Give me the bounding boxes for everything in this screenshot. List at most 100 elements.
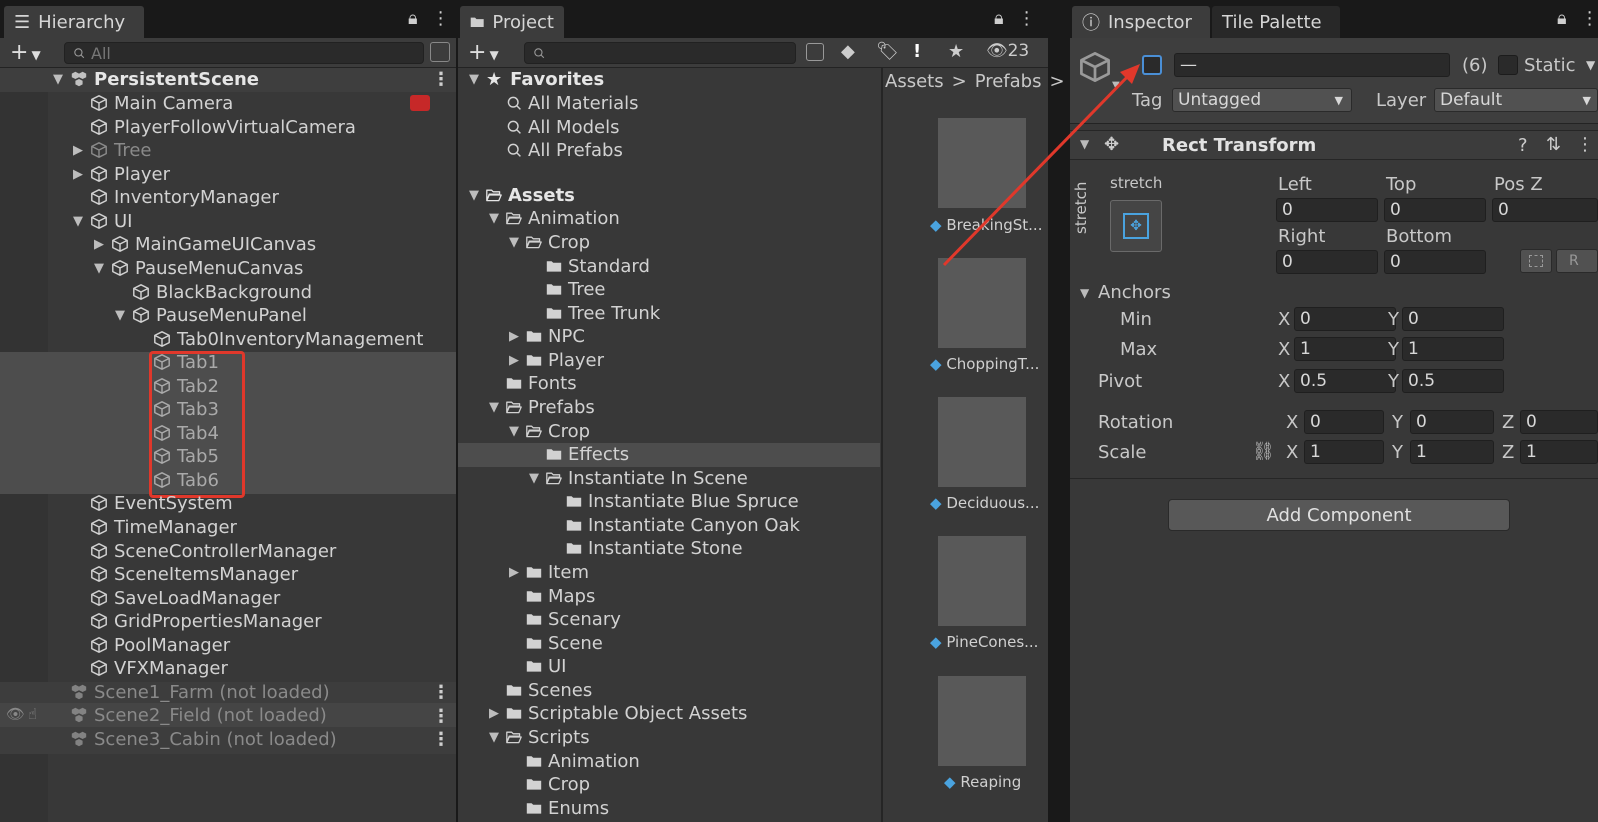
top-field[interactable]: 0 <box>1384 198 1486 222</box>
expand-arrow-icon[interactable]: ▼ <box>486 400 502 415</box>
hierarchy-item[interactable]: Tab0InventoryManagement <box>153 327 423 351</box>
favorite-star-icon[interactable]: ★ <box>948 41 964 62</box>
asset-thumbnail[interactable] <box>938 536 1026 626</box>
folder-item[interactable]: Enums <box>526 796 609 820</box>
anchor-min-y[interactable]: 0 <box>1402 307 1504 331</box>
folder-item[interactable]: ▼ Crop <box>506 419 590 443</box>
folder-item[interactable]: Instantiate Canyon Oak <box>566 513 800 537</box>
rotation-z[interactable]: 0 <box>1520 410 1598 434</box>
active-checkbox[interactable] <box>1142 55 1162 75</box>
expand-arrow-icon[interactable]: ▼ <box>486 211 502 226</box>
hierarchy-item[interactable]: ▼ PauseMenuPanel <box>112 303 307 327</box>
unloaded-scene-row[interactable]: Scene1_Farm (not loaded) <box>70 680 330 704</box>
presets-icon[interactable]: ⇅ <box>1546 134 1561 155</box>
kebab-menu-icon[interactable]: ⋮ <box>1018 8 1036 29</box>
label-tag-icon[interactable]: 🏷︎ <box>876 41 899 62</box>
hierarchy-item[interactable]: TimeManager <box>90 515 237 539</box>
pivot-y[interactable]: 0.5 <box>1402 369 1504 393</box>
expand-arrow-icon[interactable]: ▼ <box>466 72 482 87</box>
folder-item-selected[interactable]: Effects <box>546 442 629 466</box>
anchor-max-y[interactable]: 1 <box>1402 337 1504 361</box>
kebab-menu-icon[interactable]: ⋮ <box>1581 8 1598 29</box>
hierarchy-item[interactable]: ▶ MainGameUICanvas <box>91 232 316 256</box>
static-checkbox[interactable] <box>1498 55 1518 75</box>
unloaded-scene-row[interactable]: Scene3_Cabin (not loaded) <box>70 727 337 751</box>
shapes-filter-icon[interactable]: ◆ <box>841 41 855 62</box>
foldout-arrow-icon[interactable]: ▼ <box>1080 137 1089 151</box>
pivot-x[interactable]: 0.5 <box>1294 369 1396 393</box>
static-dropdown-chevron-icon[interactable]: ▼ <box>1586 58 1595 72</box>
folder-item[interactable]: Crop <box>526 772 590 796</box>
favorite-item[interactable]: All Materials <box>506 91 639 115</box>
expand-arrow-icon[interactable]: ▶ <box>91 237 107 252</box>
tab-project[interactable]: Project <box>460 6 564 38</box>
asset-thumbnail[interactable] <box>938 258 1026 348</box>
rotation-y[interactable]: 0 <box>1410 410 1494 434</box>
scale-z[interactable]: 1 <box>1520 440 1598 464</box>
left-field[interactable]: 0 <box>1276 198 1378 222</box>
icon-dropdown-chevron-icon[interactable]: ▼ <box>1112 80 1120 91</box>
anchor-max-x[interactable]: 1 <box>1294 337 1396 361</box>
pickable-hand-icon[interactable]: ☝︎ <box>28 705 37 723</box>
anchor-preset-button[interactable]: ✥ <box>1110 200 1162 252</box>
folder-item[interactable]: Tree <box>546 277 606 301</box>
visibility-eye-icon[interactable]: 👁︎ <box>6 705 25 723</box>
asset-thumbnail[interactable] <box>938 397 1026 487</box>
rotation-x[interactable]: 0 <box>1304 410 1384 434</box>
kebab-menu-icon[interactable]: ⋮ <box>432 8 450 29</box>
scene-kebab-icon[interactable]: ⋮ <box>432 682 450 703</box>
filter-icon[interactable] <box>430 42 450 62</box>
folder-item[interactable]: ▶ Item <box>506 560 589 584</box>
hierarchy-item[interactable]: GridPropertiesManager <box>90 609 322 633</box>
hierarchy-item[interactable]: Main Camera <box>90 91 233 115</box>
hierarchy-item[interactable]: InventoryManager <box>90 185 279 209</box>
asset-label[interactable]: ◆ PineCones... <box>930 633 1038 651</box>
scene-kebab-icon[interactable]: ⋮ <box>432 69 450 90</box>
folder-item[interactable]: ▼ Crop <box>506 230 590 254</box>
unloaded-scene-row[interactable]: Scene2_Field (not loaded) <box>70 703 327 727</box>
hidden-packages-toggle[interactable]: 👁︎23 <box>986 41 1029 61</box>
expand-arrow-icon[interactable]: ▼ <box>112 308 128 323</box>
expand-arrow-icon[interactable]: ▶ <box>70 167 86 182</box>
folder-item[interactable]: ▶ NPC <box>506 324 585 348</box>
expand-arrow-icon[interactable]: ▶ <box>506 353 522 368</box>
right-field[interactable]: 0 <box>1276 250 1378 274</box>
expand-arrow-icon[interactable]: ▼ <box>466 188 482 203</box>
help-icon[interactable]: ? <box>1518 135 1528 156</box>
favorite-item[interactable]: All Models <box>506 115 619 139</box>
folder-item[interactable]: Instantiate Blue Spruce <box>566 489 799 513</box>
kebab-menu-icon[interactable]: ⋮ <box>1576 134 1594 155</box>
asset-thumbnail[interactable] <box>938 676 1026 766</box>
folder-item[interactable]: UI <box>526 654 566 678</box>
folder-item[interactable]: ▼ Animation <box>486 206 620 230</box>
tag-dropdown[interactable]: Untagged ▼ <box>1172 88 1352 112</box>
expand-arrow-icon[interactable]: ▼ <box>526 471 542 486</box>
hierarchy-item[interactable]: ▶ Player <box>70 162 170 186</box>
folder-item[interactable]: ▶ Scriptable Object Assets <box>486 701 747 725</box>
expand-arrow-icon[interactable]: ▼ <box>506 424 522 439</box>
hierarchy-item[interactable]: ▶ Tree <box>70 138 152 162</box>
folder-item[interactable]: Standard <box>546 254 650 278</box>
scale-y[interactable]: 1 <box>1410 440 1494 464</box>
create-button[interactable]: + ▼ <box>468 40 499 65</box>
tab-hierarchy[interactable]: ☰ Hierarchy <box>4 6 144 38</box>
scene-kebab-icon[interactable]: ⋮ <box>432 706 450 727</box>
hierarchy-item[interactable]: SceneControllerManager <box>90 539 336 563</box>
lock-icon[interactable]: 🔒︎ <box>408 8 418 29</box>
tab-tile-palette[interactable]: Tile Palette <box>1212 6 1340 38</box>
posz-field[interactable]: 0 <box>1492 198 1598 222</box>
folder-item[interactable]: Animation <box>526 749 640 773</box>
search-by-type-icon[interactable] <box>806 43 824 61</box>
expand-arrow-icon[interactable]: ▼ <box>486 730 502 745</box>
asset-label[interactable]: ◆ BreakingSt... <box>930 216 1042 234</box>
lock-icon[interactable]: 🔒︎ <box>1557 8 1567 29</box>
folder-item[interactable]: Scene <box>526 631 603 655</box>
lock-icon[interactable]: 🔒︎ <box>994 8 1004 29</box>
folder-item[interactable]: Scenes <box>506 678 592 702</box>
scene-kebab-icon[interactable]: ⋮ <box>432 729 450 750</box>
tab-inspector[interactable]: ⓘ Inspector <box>1072 6 1210 38</box>
breadcrumb-item[interactable]: Prefabs <box>975 71 1042 92</box>
scene-root-persistent[interactable]: ▼ PersistentScene <box>50 67 259 91</box>
expand-arrow-icon[interactable]: ▼ <box>506 235 522 250</box>
hierarchy-item[interactable]: ▼ PauseMenuCanvas <box>91 256 303 280</box>
